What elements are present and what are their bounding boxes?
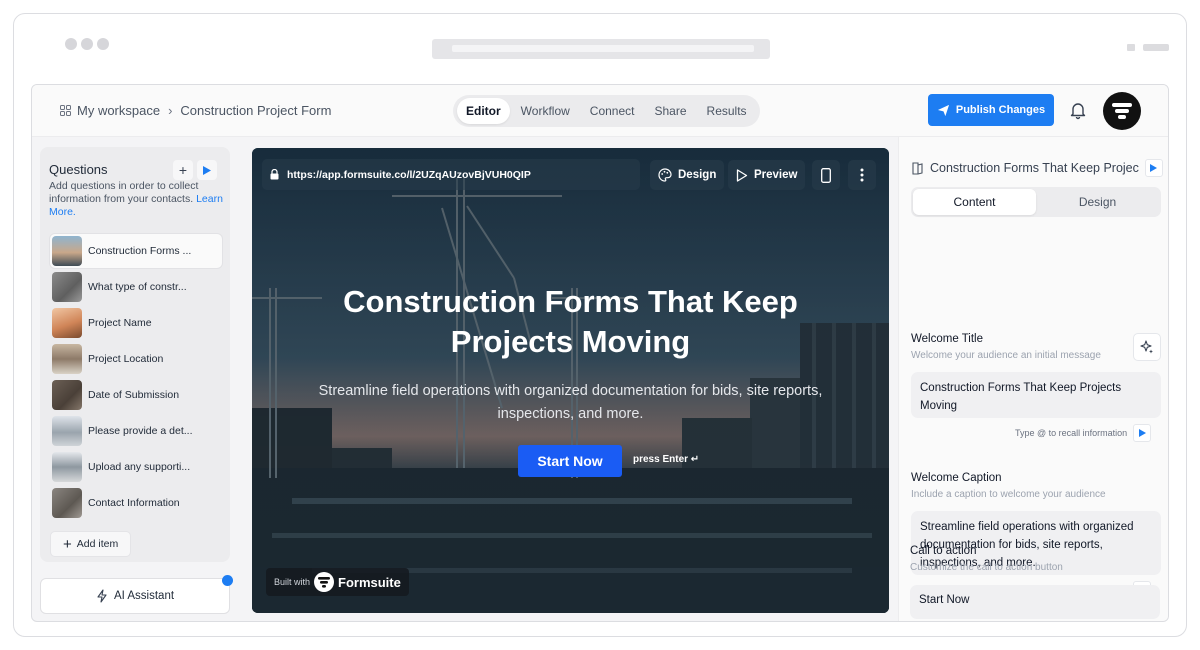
design-button[interactable]: Design	[650, 160, 725, 190]
play-icon	[1150, 164, 1158, 172]
welcome-title-hint: Welcome your audience an initial message	[911, 350, 1101, 361]
add-question-button[interactable]: +	[173, 160, 193, 180]
palette-icon	[658, 168, 672, 182]
bell-icon[interactable]	[1068, 100, 1088, 120]
hero-title: Construction Forms That Keep Projects Mo…	[343, 284, 798, 359]
preview-button[interactable]: Preview	[728, 160, 806, 190]
publish-button[interactable]: Publish Changes	[928, 94, 1054, 126]
plus-icon: +	[63, 535, 72, 553]
mobile-view-button[interactable]	[812, 160, 840, 190]
welcome-title-label: Welcome Title	[911, 333, 984, 345]
window-controls	[65, 38, 109, 50]
cta-label: Call to action	[910, 545, 977, 557]
list-item[interactable]: What type of constr...	[50, 270, 222, 304]
list-item[interactable]: Construction Forms ...	[50, 234, 222, 268]
breadcrumb-form[interactable]: Construction Project Form	[180, 103, 331, 118]
welcome-caption-hint: Include a caption to welcome your audien…	[911, 489, 1106, 500]
question-thumbnail	[52, 452, 82, 482]
notification-dot	[222, 575, 233, 586]
ai-generate-button[interactable]	[1133, 333, 1161, 361]
add-item-button[interactable]: + Add item	[50, 531, 132, 557]
list-item[interactable]: Please provide a det...	[50, 414, 222, 448]
question-thumbnail	[52, 416, 82, 446]
form-preview: https://app.formsuite.co/l/2UZqAUzovBjVU…	[252, 148, 889, 613]
welcome-caption-label: Welcome Caption	[911, 472, 1002, 484]
welcome-title-input[interactable]: Construction Forms That Keep Projects Mo…	[911, 372, 1161, 418]
window-dot	[81, 38, 93, 50]
publish-label: Publish Changes	[955, 104, 1046, 116]
play-icon	[203, 165, 211, 175]
browser-address-bar	[432, 39, 770, 59]
questions-panel: Questions + Add questions in order to co…	[40, 147, 230, 562]
settings-title: Construction Forms That Keep Projec	[911, 159, 1163, 177]
question-thumbnail	[52, 488, 82, 518]
question-thumbnail	[52, 272, 82, 302]
nav-tabs: Editor Workflow Connect Share Results	[453, 95, 760, 127]
list-item[interactable]: Upload any supporti...	[50, 450, 222, 484]
play-button[interactable]	[197, 160, 217, 180]
phone-icon	[821, 167, 831, 183]
page-icon	[912, 161, 923, 175]
app-frame: My workspace › Construction Project Form…	[31, 84, 1169, 622]
breadcrumb-workspace[interactable]: My workspace	[77, 103, 160, 118]
start-now-button[interactable]: Start Now	[518, 445, 622, 477]
tab-design[interactable]: Design	[1036, 189, 1159, 215]
tab-editor[interactable]: Editor	[457, 98, 510, 124]
settings-tabs: Content Design	[911, 187, 1161, 217]
top-bar: My workspace › Construction Project Form…	[32, 85, 1168, 137]
breadcrumb: My workspace › Construction Project Form	[60, 103, 331, 118]
tab-share[interactable]: Share	[646, 98, 696, 124]
cta-hint: Customize the call to action button	[910, 562, 1063, 573]
preview-url-bar[interactable]: https://app.formsuite.co/l/2UZqAUzovBjVU…	[262, 159, 640, 190]
press-enter-hint: press Enter ↵	[633, 454, 700, 465]
lightning-icon	[97, 589, 107, 603]
recall-hint: Type @ to recall information	[1015, 424, 1152, 442]
list-item[interactable]: Contact Information	[50, 486, 222, 520]
list-item[interactable]: Project Name	[50, 306, 222, 340]
send-icon	[937, 104, 949, 116]
sparkle-icon	[1140, 340, 1153, 354]
play-icon	[736, 168, 748, 182]
play-button[interactable]	[1144, 159, 1163, 177]
hero-subtitle: Streamline field operations with organiz…	[318, 383, 823, 422]
play-icon	[1138, 429, 1146, 437]
browser-controls	[1127, 44, 1169, 51]
questions-heading: Questions	[49, 162, 108, 177]
question-thumbnail	[52, 380, 82, 410]
tab-connect[interactable]: Connect	[581, 98, 644, 124]
formsuite-logo-icon	[1112, 103, 1132, 119]
more-options-button[interactable]	[848, 160, 876, 190]
question-list: Construction Forms ... What type of cons…	[50, 234, 222, 522]
window-dot	[97, 38, 109, 50]
window-dot	[65, 38, 77, 50]
grid-icon	[60, 105, 71, 116]
ai-assistant-button[interactable]: AI Assistant	[40, 578, 230, 614]
more-vertical-icon	[860, 168, 864, 182]
questions-description: Add questions in order to collect inform…	[49, 180, 223, 218]
list-item[interactable]: Project Location	[50, 342, 222, 376]
tab-content[interactable]: Content	[913, 189, 1036, 215]
tab-results[interactable]: Results	[698, 98, 756, 124]
list-item[interactable]: Date of Submission	[50, 378, 222, 412]
question-thumbnail	[52, 236, 82, 266]
avatar[interactable]	[1103, 92, 1141, 130]
lock-icon	[270, 169, 279, 180]
preview-url: https://app.formsuite.co/l/2UZqAUzovBjVU…	[287, 168, 531, 181]
question-thumbnail	[52, 308, 82, 338]
cta-input[interactable]: Start Now	[910, 585, 1160, 619]
tab-workflow[interactable]: Workflow	[512, 98, 579, 124]
formsuite-logo-icon	[314, 572, 335, 592]
built-with-badge[interactable]: Built with Formsuite	[266, 568, 409, 596]
chevron-right-icon: ›	[168, 103, 173, 118]
play-button[interactable]	[1133, 424, 1152, 442]
question-thumbnail	[52, 344, 82, 374]
